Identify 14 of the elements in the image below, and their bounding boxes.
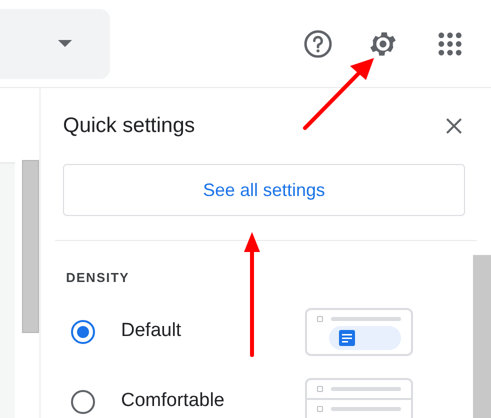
caret-icon[interactable] <box>58 40 72 47</box>
apps-grid-icon[interactable] <box>437 30 463 56</box>
radio-button[interactable] <box>71 320 95 344</box>
panel-title: Quick settings <box>63 113 195 140</box>
density-option-label: Default <box>121 319 182 344</box>
help-icon[interactable] <box>303 28 333 58</box>
density-option-label: Comfortable <box>121 389 226 414</box>
close-icon[interactable] <box>445 117 463 135</box>
document-icon <box>339 330 355 346</box>
radio-button[interactable] <box>71 390 95 414</box>
scrollbar[interactable] <box>22 160 39 333</box>
density-heading: DENSITY <box>66 269 130 287</box>
see-all-settings-button[interactable]: See all settings <box>63 164 465 216</box>
panel-scrollbar[interactable] <box>473 255 491 418</box>
